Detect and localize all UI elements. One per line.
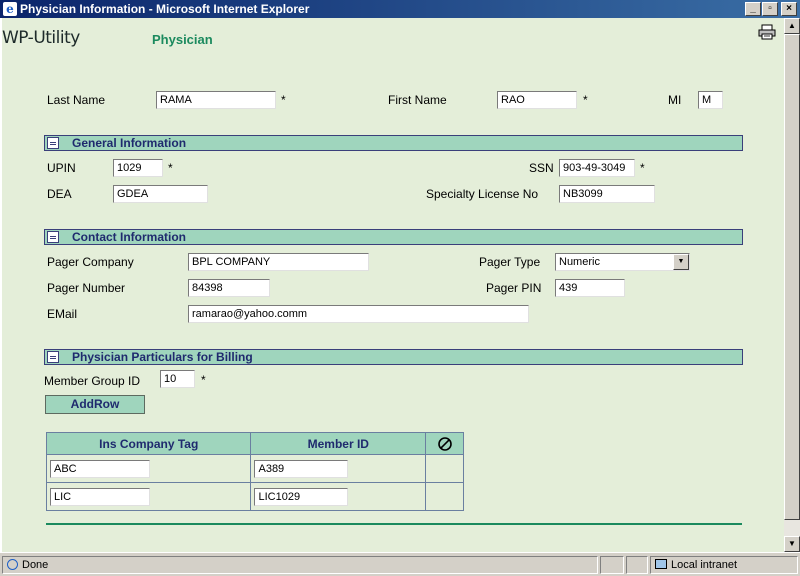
- last-name-label: Last Name: [47, 93, 106, 107]
- general-information-section: General Information: [44, 135, 743, 151]
- page-content: WP-Utility Physician Last Name RAMA * Fi…: [0, 18, 784, 552]
- footer-divider: [46, 523, 742, 525]
- collapse-icon[interactable]: [47, 351, 59, 363]
- member-id-cell: LIC1029: [250, 482, 427, 511]
- mi-input[interactable]: M: [698, 91, 723, 109]
- section-title: Physician Particulars for Billing: [72, 350, 253, 364]
- scroll-down-arrow-icon[interactable]: ▼: [784, 536, 800, 552]
- security-zone-cell: Local intranet: [650, 556, 798, 574]
- member-group-id-input[interactable]: 10: [160, 370, 195, 388]
- collapse-icon[interactable]: [47, 137, 59, 149]
- table-header-row: Ins Company Tag Member ID: [45, 432, 464, 455]
- dea-label: DEA: [47, 187, 72, 201]
- member-id-input[interactable]: LIC1029: [254, 487, 349, 506]
- column-header-delete: [425, 432, 464, 455]
- status-text-cell: Done: [2, 556, 598, 574]
- ssn-input[interactable]: 903-49-3049: [559, 159, 635, 177]
- contact-information-section: Contact Information: [44, 229, 743, 245]
- window-title-bar[interactable]: e Physician Information - Microsoft Inte…: [0, 0, 800, 18]
- mi-label: MI: [668, 93, 682, 107]
- status-text: Done: [22, 559, 49, 571]
- close-button[interactable]: ×: [781, 2, 797, 16]
- table-row: ABC A389: [45, 454, 464, 483]
- minimize-button[interactable]: _: [745, 2, 761, 16]
- last-name-input[interactable]: RAMA: [156, 91, 276, 109]
- maximize-button[interactable]: ▫: [762, 2, 778, 16]
- section-title: General Information: [72, 136, 187, 150]
- no-entry-icon: [437, 436, 452, 451]
- status-empty-cell-1: [600, 556, 624, 574]
- table-row: LIC LIC1029: [45, 482, 464, 511]
- status-empty-cell-2: [626, 556, 648, 574]
- billing-table: Ins Company Tag Member ID ABC A389 LIC L…: [45, 432, 464, 511]
- member-group-id-label: Member Group ID: [44, 374, 141, 388]
- section-title: Contact Information: [72, 230, 186, 244]
- pager-company-input[interactable]: BPL COMPANY: [188, 253, 369, 271]
- delete-cell[interactable]: [425, 482, 464, 511]
- pager-type-select[interactable]: Numeric ▼: [555, 253, 690, 271]
- add-row-button[interactable]: AddRow: [45, 395, 145, 414]
- status-bar: Done Local intranet: [0, 552, 800, 576]
- brand-logo: WP-Utility: [2, 28, 80, 48]
- member-group-required: *: [201, 373, 206, 387]
- upin-label: UPIN: [47, 161, 76, 175]
- member-id-cell: A389: [250, 454, 427, 483]
- pager-type-label: Pager Type: [479, 255, 541, 269]
- specialty-license-label: Specialty License No: [426, 187, 539, 201]
- billing-section: Physician Particulars for Billing: [44, 349, 743, 365]
- ins-company-tag-input[interactable]: ABC: [50, 459, 150, 478]
- chevron-down-icon[interactable]: ▼: [673, 254, 689, 270]
- security-zone: Local intranet: [671, 559, 738, 571]
- printer-icon[interactable]: [758, 24, 776, 40]
- pager-pin-input[interactable]: 439: [555, 279, 625, 297]
- dea-input[interactable]: GDEA: [113, 185, 208, 203]
- ssn-required: *: [640, 161, 645, 175]
- last-name-required: *: [281, 93, 286, 107]
- module-title: Physician: [152, 32, 213, 47]
- scroll-up-arrow-icon[interactable]: ▲: [784, 18, 800, 34]
- ins-company-tag-input[interactable]: LIC: [50, 487, 150, 506]
- vertical-scrollbar[interactable]: ▲ ▼: [784, 18, 800, 552]
- pager-pin-label: Pager PIN: [486, 281, 542, 295]
- ins-company-tag-cell: LIC: [45, 482, 252, 511]
- ssn-label: SSN: [529, 161, 554, 175]
- pager-number-input[interactable]: 84398: [188, 279, 270, 297]
- email-input[interactable]: ramarao@yahoo.comm: [188, 305, 529, 323]
- ins-company-tag-cell: ABC: [45, 454, 252, 483]
- specialty-license-input[interactable]: NB3099: [559, 185, 655, 203]
- pager-number-label: Pager Number: [47, 281, 126, 295]
- window-title: Physician Information - Microsoft Intern…: [20, 2, 310, 16]
- page-done-icon: [7, 559, 18, 570]
- first-name-label: First Name: [388, 93, 447, 107]
- scroll-thumb[interactable]: [784, 34, 800, 520]
- email-label: EMail: [47, 307, 78, 321]
- pager-company-label: Pager Company: [47, 255, 134, 269]
- internet-explorer-icon: e: [3, 2, 17, 16]
- collapse-icon[interactable]: [47, 231, 59, 243]
- pager-type-value: Numeric: [559, 256, 600, 268]
- column-header-member-id: Member ID: [250, 432, 427, 455]
- delete-cell[interactable]: [425, 454, 464, 483]
- column-header-ins-company-tag: Ins Company Tag: [45, 432, 252, 455]
- member-id-input[interactable]: A389: [254, 459, 349, 478]
- upin-input[interactable]: 1029: [113, 159, 163, 177]
- first-name-required: *: [583, 93, 588, 107]
- computer-icon: [655, 559, 667, 569]
- upin-required: *: [168, 161, 173, 175]
- first-name-input[interactable]: RAO: [497, 91, 577, 109]
